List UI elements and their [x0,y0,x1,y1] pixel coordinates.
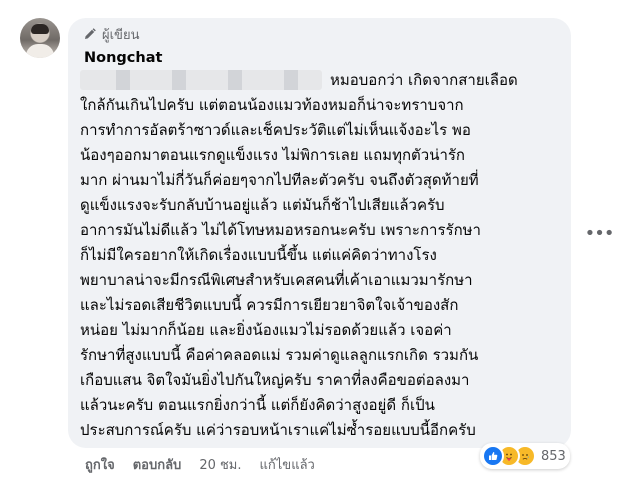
timestamp[interactable]: 20 ชม. [199,454,241,475]
like-button[interactable]: ถูกใจ [85,454,115,475]
comment-bubble: ผู้เขียน Nongchat หมอบอกว่า เกิดจากสายเล… [68,18,571,448]
comment-text-line: อาการมันไม่ดีแล้ว ไม่ได้โทษหมอหรอกนะครับ… [80,221,481,239]
comment-text-line: หน่อย ไม่มากก็น้อย และยิ่งน้องแมวไม่รอดด… [80,321,452,339]
reply-button[interactable]: ตอบกลับ [133,454,182,475]
pencil-icon [84,28,96,40]
avatar-shirt [26,44,54,58]
comment-text-line: เกือบแสน จิตใจมันยิ่งไปกันใหญ่ครับ ราคาท… [80,371,470,389]
comment-text-line: การทำการอัลตร้าซาวด์และเช็คประวัติแต่ไม่… [80,121,471,139]
comment-text-line: พยาบาลน่าจะมีกรณีพิเศษสำหรับเคสคนที่เค้า… [80,271,473,289]
avatar[interactable] [20,18,60,58]
comment-text-line: มาก ผ่านมาไม่กี่วันก็ค่อยๆจากไปทีละตัวคร… [80,171,479,189]
comment-text-line: น้องๆออกมาตอนแรกดูแข็งแรง ไม่พิการเลย แถ… [80,146,466,164]
comment-text-line: และไม่รอดเสียชีวิตแบบนี้ ควรมีการเยียวยา… [80,296,459,314]
author-name[interactable]: Nongchat [84,50,162,66]
reaction-summary[interactable]: 853 [480,443,570,469]
comment-text-line: ก็ไม่มีใครอยากให้เกิดเรื่องแบบนี้ขึ้น แต… [80,246,437,264]
like-icon [482,445,504,467]
redacted-text [80,70,322,90]
reaction-count: 853 [541,448,566,464]
comment-text-line: ประสบการณ์ครับ แค่ว่ารอบหน้าเราแค่ไม่ซ้ำ… [80,421,476,439]
comment-text-line: ใกล้กันเกินไปครับ แต่ตอนน้องแมวท้องหมอก็… [80,96,464,114]
comment-actions: ถูกใจ ตอบกลับ 20 ชม. แก้ไขแล้ว [85,452,315,476]
comment-text-line: ดูแข็งแรงจะรับกลับบ้านอยู่แล้ว แต่มันก็ช… [80,196,445,214]
edited-label[interactable]: แก้ไขแล้ว [260,454,315,475]
avatar-hair [31,24,49,34]
author-badge: ผู้เขียน [84,24,139,44]
more-options-icon[interactable]: ••• [585,222,615,244]
comment-text-line: แล้วนะครับ ตอนแรกยิ่งกว่านี้ แต่ก็ยังคิด… [80,396,435,414]
comment-text-line: รักษาที่สูงแบบนี้ คือค่าคลอดแม่ รวมค่าดู… [80,346,479,364]
comment-text-line: หมอบอกว่า เกิดจากสายเลือด [330,71,518,89]
author-badge-label: ผู้เขียน [102,27,140,43]
